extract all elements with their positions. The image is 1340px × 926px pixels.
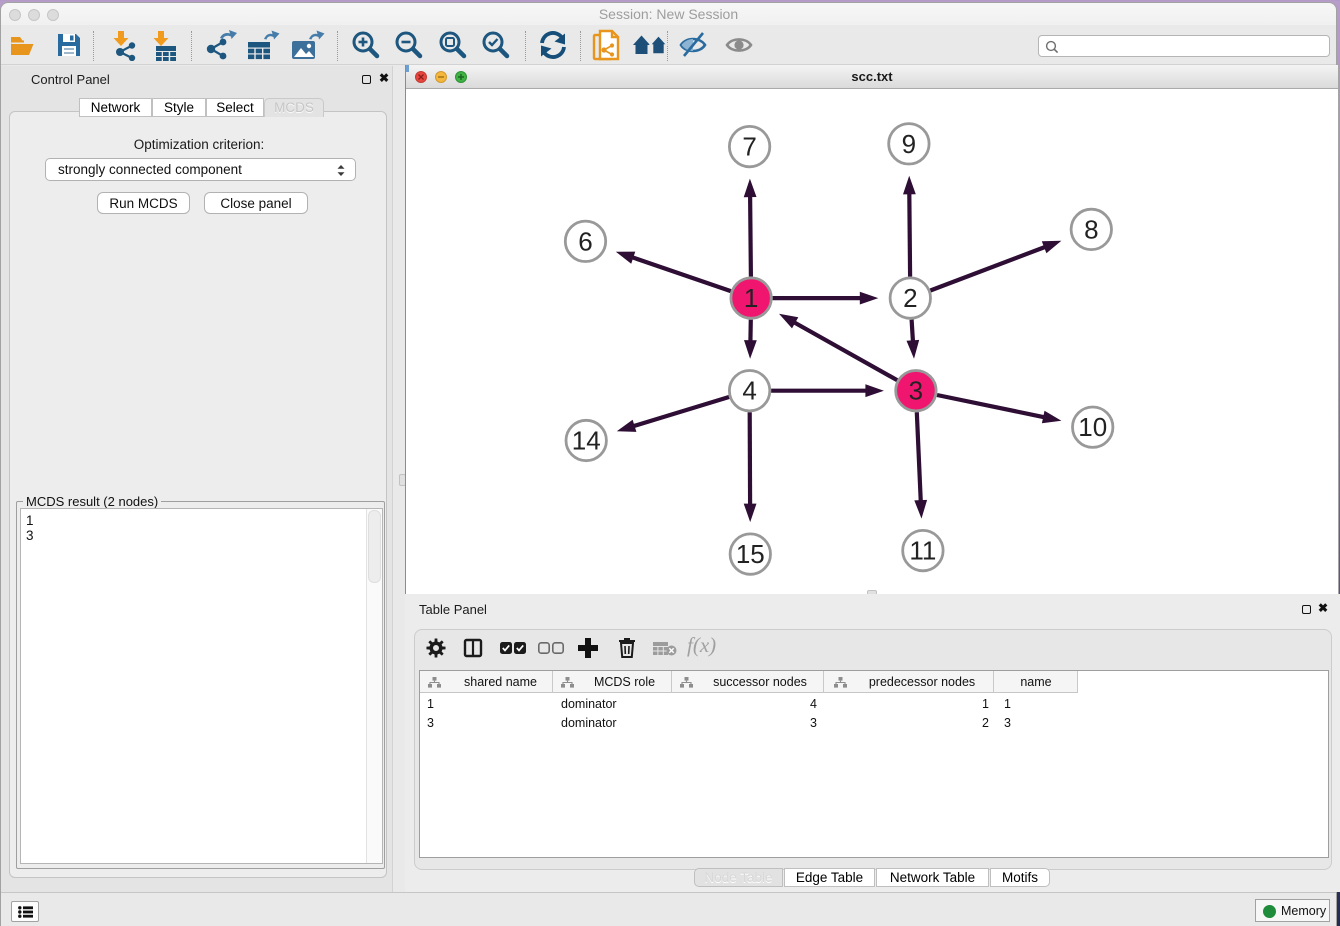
svg-text:7: 7 <box>742 132 756 162</box>
svg-text:11: 11 <box>909 536 936 566</box>
svg-text:2: 2 <box>903 283 917 313</box>
svg-text:9: 9 <box>902 129 916 159</box>
svg-text:10: 10 <box>1078 412 1107 442</box>
svg-text:1: 1 <box>744 283 758 313</box>
svg-text:14: 14 <box>572 426 601 456</box>
svg-text:8: 8 <box>1084 214 1098 244</box>
svg-text:3: 3 <box>909 376 923 406</box>
svg-text:6: 6 <box>578 226 592 256</box>
svg-text:4: 4 <box>742 376 756 406</box>
svg-text:15: 15 <box>736 539 765 569</box>
